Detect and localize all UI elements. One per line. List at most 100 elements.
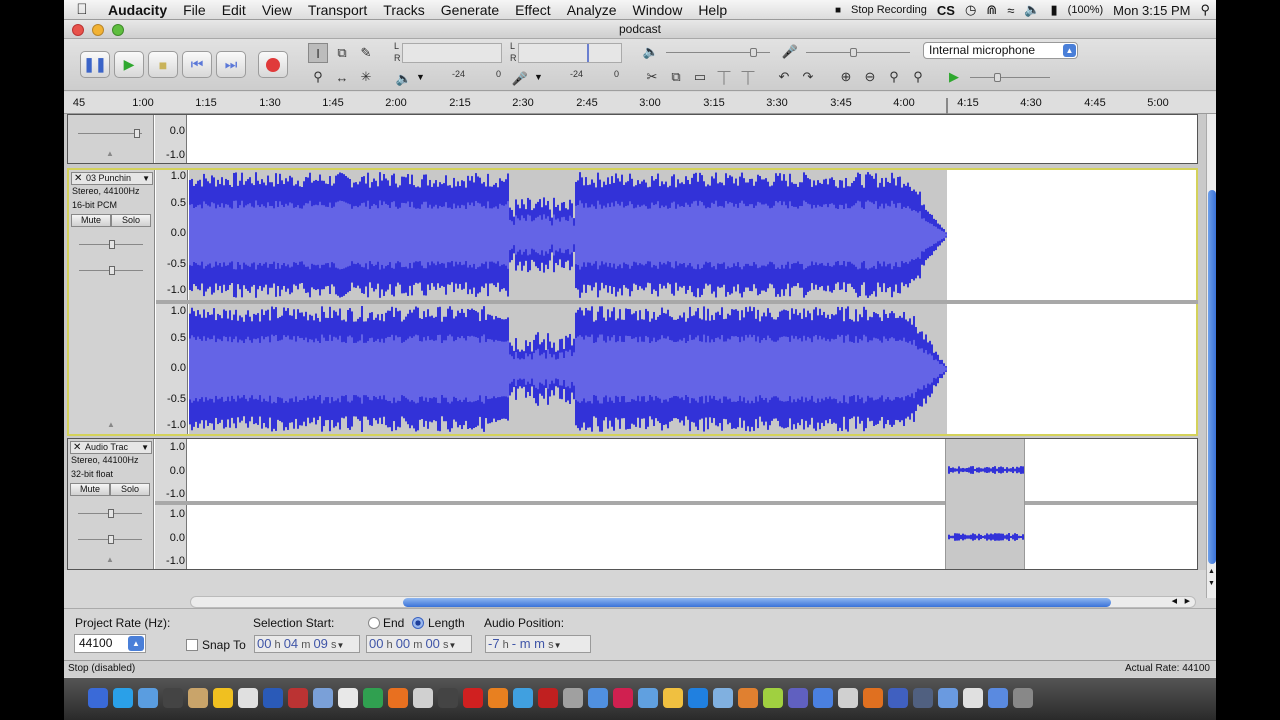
zoom-out-icon[interactable]: ⊖	[860, 67, 880, 87]
dock-app-icon[interactable]	[563, 688, 583, 708]
menu-generate[interactable]: Generate	[433, 2, 507, 18]
dock-app-icon[interactable]	[788, 688, 808, 708]
dock-app-icon[interactable]	[113, 688, 133, 708]
clock[interactable]: Mon 3:15 PM	[1113, 3, 1190, 18]
collapse-arrow-icon[interactable]: ▲	[106, 555, 114, 564]
dock-app-icon[interactable]	[738, 688, 758, 708]
dock-app-icon[interactable]	[638, 688, 658, 708]
dock-app-icon[interactable]	[413, 688, 433, 708]
horizontal-scrollbar[interactable]: ◀ ▶	[190, 596, 1196, 608]
fit-project-icon[interactable]: ⚲	[908, 67, 928, 87]
redo-icon[interactable]: ↷	[798, 67, 818, 87]
dock-app-icon[interactable]	[1013, 688, 1033, 708]
trim-icon[interactable]: ⏉	[714, 67, 734, 87]
dock-app-icon[interactable]	[863, 688, 883, 708]
chevron-updown-icon[interactable]: ▲	[128, 636, 144, 651]
dock-app-icon[interactable]	[613, 688, 633, 708]
collapse-arrow-icon[interactable]: ▲	[107, 420, 115, 429]
waveform-area[interactable]	[156, 170, 1198, 434]
close-track-icon[interactable]: ✕	[73, 442, 81, 453]
cs-menu[interactable]: CS	[937, 3, 955, 18]
play-speed-slider[interactable]	[970, 73, 1050, 82]
play-at-speed-icon[interactable]: ▶	[944, 67, 964, 87]
copy-icon[interactable]: ⧉	[666, 67, 686, 87]
draw-tool-icon[interactable]: ✎	[356, 43, 376, 63]
collapse-arrow-icon[interactable]: ▲	[106, 149, 114, 158]
audio-clip[interactable]	[945, 439, 1025, 569]
menu-window[interactable]: Window	[625, 2, 691, 18]
battery-icon[interactable]: ▮	[1051, 2, 1058, 18]
dock-app-icon[interactable]	[313, 688, 333, 708]
snap-to-checkbox[interactable]	[186, 639, 198, 651]
timeline-ruler[interactable]: 45 1:00 1:15 1:30 1:45 2:00 2:15 2:30 2:…	[64, 92, 1216, 114]
dock-app-icon[interactable]	[188, 688, 208, 708]
dock-app-icon[interactable]	[238, 688, 258, 708]
dock-app-icon[interactable]	[438, 688, 458, 708]
minimize-window-button[interactable]	[92, 24, 104, 36]
dock-app-icon[interactable]	[838, 688, 858, 708]
playback-meter[interactable]	[402, 43, 502, 63]
menu-app-audacity[interactable]: Audacity	[100, 2, 175, 18]
input-volume-knob[interactable]	[850, 48, 857, 57]
wifi-icon[interactable]: ≈	[1007, 3, 1014, 18]
timeshift-tool-icon[interactable]: ↔	[332, 67, 352, 87]
menu-view[interactable]: View	[254, 2, 300, 18]
audio-position-field[interactable]: -7 h - m m s▼	[485, 635, 591, 653]
dock-app-icon[interactable]	[88, 688, 108, 708]
track-partial[interactable]: ▲ 0.0 -1.0	[67, 114, 1198, 164]
record-button[interactable]	[258, 51, 288, 78]
zoom-in-icon[interactable]: ⊕	[836, 67, 856, 87]
time-machine-icon[interactable]: ◷	[965, 2, 976, 18]
pan-slider[interactable]	[79, 266, 143, 275]
dock-app-icon[interactable]	[513, 688, 533, 708]
gain-knob[interactable]	[108, 509, 114, 518]
stop-button[interactable]: ■	[148, 51, 178, 78]
close-track-icon[interactable]: ✕	[74, 173, 82, 184]
dock-app-icon[interactable]	[588, 688, 608, 708]
dock-app-icon[interactable]	[913, 688, 933, 708]
menu-file[interactable]: File	[175, 2, 214, 18]
menu-analyze[interactable]: Analyze	[559, 2, 625, 18]
paste-icon[interactable]: ▭	[690, 67, 710, 87]
dock-app-icon[interactable]	[938, 688, 958, 708]
menu-edit[interactable]: Edit	[214, 2, 254, 18]
dock-app-icon[interactable]	[488, 688, 508, 708]
end-radio[interactable]	[368, 617, 380, 629]
spotlight-icon[interactable]: ⚲	[1200, 2, 1210, 18]
selection-length-field[interactable]: 00 h 00 m 00 s▼	[366, 635, 472, 653]
pan-slider[interactable]	[78, 535, 142, 544]
solo-button[interactable]: Solo	[110, 483, 150, 496]
play-speed-knob[interactable]	[994, 73, 1001, 82]
dock-app-icon[interactable]	[988, 688, 1008, 708]
pan-slider[interactable]	[78, 129, 142, 138]
menu-transport[interactable]: Transport	[300, 2, 375, 18]
pan-knob[interactable]	[109, 266, 115, 275]
fit-selection-icon[interactable]: ⚲	[884, 67, 904, 87]
dock-app-icon[interactable]	[763, 688, 783, 708]
skip-start-button[interactable]: ⏮	[182, 51, 212, 78]
cut-icon[interactable]: ✂	[642, 67, 662, 87]
menu-help[interactable]: Help	[690, 2, 735, 18]
dock-app-icon[interactable]	[688, 688, 708, 708]
waveform-area[interactable]	[155, 439, 1197, 569]
zoom-tool-icon[interactable]: ⚲	[308, 67, 328, 87]
stop-recording-label[interactable]: Stop Recording	[851, 4, 927, 16]
gain-knob[interactable]	[109, 240, 115, 249]
menu-effect[interactable]: Effect	[507, 2, 559, 18]
dock-app-icon[interactable]	[363, 688, 383, 708]
multi-tool-icon[interactable]: ✳	[356, 67, 376, 87]
dock-app-icon[interactable]	[663, 688, 683, 708]
track-name-menu[interactable]: ✕ 03 Punchin ▼	[71, 172, 153, 185]
gain-slider[interactable]	[78, 509, 142, 518]
dock-app-icon[interactable]	[538, 688, 558, 708]
mute-button[interactable]: Mute	[70, 483, 110, 496]
play-button[interactable]: ▶	[114, 51, 144, 78]
volume-icon[interactable]: 🔈	[1024, 2, 1040, 18]
dock-app-icon[interactable]	[338, 688, 358, 708]
dock-app-icon[interactable]	[138, 688, 158, 708]
input-device-select[interactable]: Internal microphone ▲	[923, 42, 1078, 59]
horizontal-scroll-thumb[interactable]	[403, 598, 1111, 607]
stop-recording-icon[interactable]: ■	[835, 5, 841, 16]
playback-meter-arrow[interactable]: ▼	[416, 72, 425, 82]
solo-button[interactable]: Solo	[111, 214, 151, 227]
